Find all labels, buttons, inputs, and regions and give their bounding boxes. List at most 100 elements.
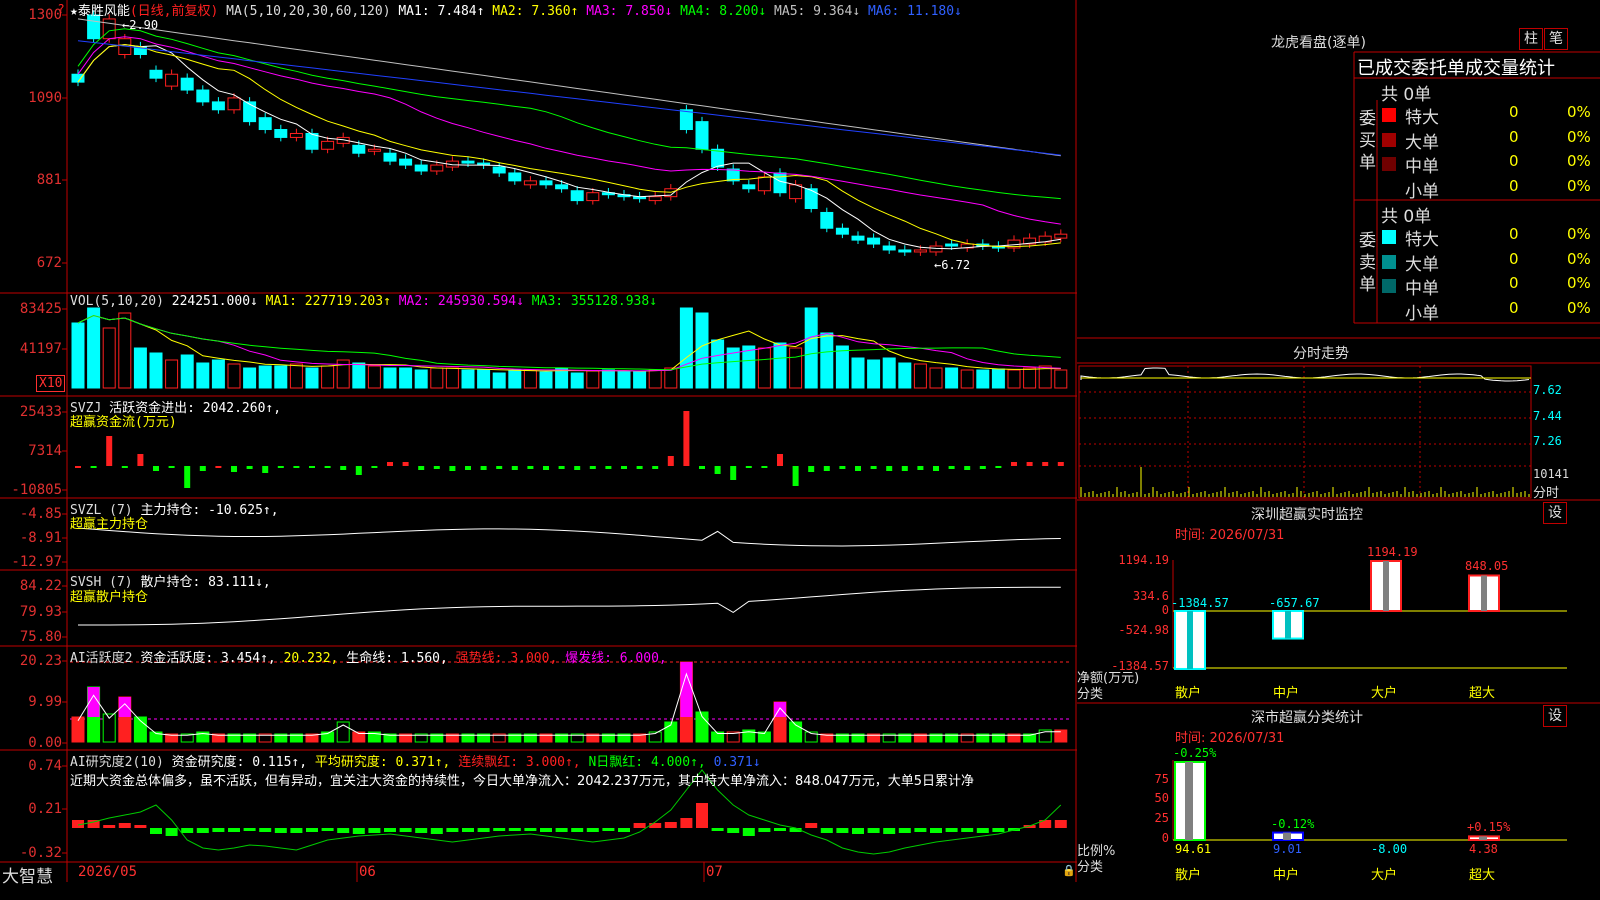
monitor-bar-value: -657.67 <box>1269 596 1320 610</box>
intraday-title: 分时走势 <box>1293 346 1349 362</box>
volume-bar <box>383 367 397 389</box>
classify-value: 94.61 <box>1175 842 1212 856</box>
favorite-star-icon[interactable]: ★ <box>70 4 78 19</box>
volume-bar <box>1054 369 1068 389</box>
app-logo[interactable]: 大智慧 <box>2 862 53 887</box>
fund-flow-bar <box>231 466 237 472</box>
volume-bar <box>492 372 506 389</box>
order-count: 0 <box>1509 274 1519 292</box>
candle-body <box>867 237 881 245</box>
monitor-cat: 分类 <box>1077 687 1104 702</box>
research-bar <box>805 823 818 828</box>
svzl-axis-label: -12.97 <box>11 554 62 570</box>
classify-cat: 分类 <box>1077 860 1104 875</box>
candle-body <box>461 160 475 164</box>
sell-side-label: 委卖单 <box>1359 231 1376 295</box>
research-bar <box>352 828 365 834</box>
volume-bar <box>461 369 475 389</box>
order-type-label: 中单 <box>1405 279 1439 299</box>
candle-body <box>570 190 584 202</box>
classify-settings-button[interactable]: 设 <box>1543 705 1567 727</box>
ai2-axis-label: 0.21 <box>28 801 62 817</box>
monitor-category-label: 散户 <box>1175 686 1202 701</box>
classify-value: 4.38 <box>1469 842 1498 856</box>
research-bar <box>477 828 490 832</box>
fund-flow-bar <box>527 466 534 469</box>
lock-icon[interactable]: 🔒 <box>1062 864 1076 877</box>
price-axis-label: 1300 <box>28 7 62 23</box>
lhb-title: 龙虎看盘(逐单) <box>1271 35 1366 51</box>
classify-axis-label: 50 <box>1154 791 1169 805</box>
classify-time: 时间: 2026/07/31 <box>1175 731 1285 746</box>
research-bar <box>930 828 942 833</box>
research-bar <box>820 828 833 833</box>
fund-flow-bar <box>480 466 487 470</box>
volume-bar <box>929 367 943 389</box>
candle-body <box>227 97 241 111</box>
order-type-label: 小单 <box>1405 181 1439 202</box>
candle-body <box>913 249 927 253</box>
research-bar <box>508 828 521 831</box>
research-bar <box>290 828 303 833</box>
fund-flow-bar <box>246 466 253 469</box>
research-bar <box>274 828 287 833</box>
research-bar <box>103 825 116 828</box>
stat-title: 已成交委托单成交量统计 <box>1357 58 1555 79</box>
ma2-value: MA2: 7.360↑ <box>492 4 579 19</box>
research-bar <box>228 828 240 832</box>
volume-bar <box>211 359 225 389</box>
classify-axis-label: 25 <box>1154 811 1169 825</box>
volume-bar <box>274 365 288 389</box>
candle-body <box>211 101 225 111</box>
volume-bar <box>180 354 194 389</box>
order-percent: 0% <box>1567 103 1591 121</box>
ma3-line <box>77 36 1061 225</box>
ai2-avg: 平均研究度: 0.371↑, <box>314 755 451 770</box>
tick-view-button[interactable]: 笔 <box>1544 28 1568 50</box>
research-bar <box>165 828 178 836</box>
research-bar <box>618 828 630 832</box>
svzj-axis-label: 7314 <box>28 443 62 459</box>
volume-bar <box>352 362 366 389</box>
color-swatch <box>1382 303 1396 318</box>
volume-bar <box>913 363 927 389</box>
ma4-line <box>77 28 1061 200</box>
volume-bar <box>1007 369 1021 389</box>
monitor-settings-button[interactable]: 设 <box>1543 502 1567 524</box>
stock-name: 泰胜风能 <box>77 4 130 19</box>
color-swatch <box>1382 254 1396 269</box>
order-count: 0 <box>1509 225 1519 243</box>
classify-change: -0.25% <box>1173 746 1217 760</box>
vol-axis-label: 41197 <box>19 341 62 357</box>
intraday-axis-label: 7.26 <box>1533 434 1562 448</box>
fund-flow-bar <box>465 466 471 470</box>
color-swatch <box>1382 230 1396 244</box>
vol-unit-badge[interactable]: X10 <box>36 375 66 392</box>
close-icon[interactable]: ? <box>58 2 64 16</box>
candle-body <box>898 249 912 253</box>
volume-bar <box>430 367 444 389</box>
candle-body <box>586 192 600 202</box>
ma5-value: MA5: 9.364↓ <box>774 4 861 19</box>
monitor-bar-shade <box>1285 611 1291 639</box>
research-bar <box>321 828 334 831</box>
period-label[interactable]: (日线,前复权) <box>130 4 218 19</box>
left-chart-area[interactable]: ★泰胜风能(日线,前复权) MA(5,10,20,30,60,120) MA1:… <box>0 0 1077 887</box>
column-view-button[interactable]: 柱 <box>1519 28 1543 50</box>
fund-flow-bar <box>823 466 830 471</box>
fund-flow-bar <box>262 466 269 473</box>
kline-chart-svg[interactable] <box>0 0 1077 882</box>
svzl-name: 主力持仓: -10.625↑, <box>140 503 279 518</box>
volume-bar <box>445 367 459 389</box>
classify-title: 深市超赢分类统计 <box>1251 710 1363 726</box>
classify-category-label: 散户 <box>1175 868 1202 883</box>
research-bar <box>945 828 958 832</box>
volume-bar <box>835 345 849 389</box>
candle-body <box>695 121 709 150</box>
monitor-category-label: 超大 <box>1469 686 1496 701</box>
fund-flow-bar <box>917 466 924 470</box>
fund-flow-bar <box>277 466 284 468</box>
candle-body <box>773 172 787 194</box>
research-bar <box>680 818 693 828</box>
classify-bar-shade <box>1283 832 1291 840</box>
